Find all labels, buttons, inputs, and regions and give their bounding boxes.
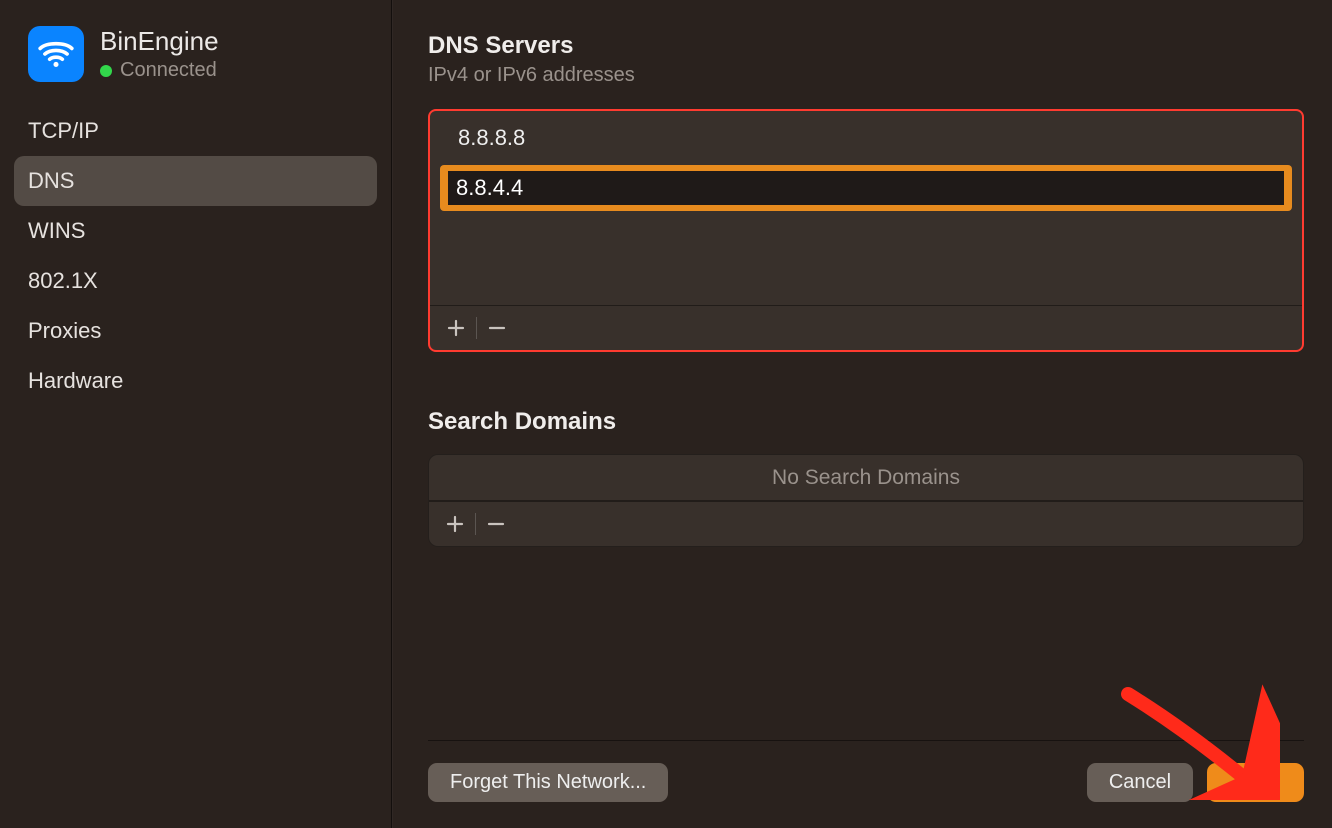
status-text: Connected — [120, 59, 217, 82]
cancel-button[interactable]: Cancel — [1087, 763, 1193, 802]
search-domains-panel: No Search Domains — [428, 454, 1304, 547]
main-pane: DNS Servers IPv4 or IPv6 addresses 8.8.8… — [392, 0, 1332, 828]
sidebar-item-dns[interactable]: DNS — [14, 156, 377, 206]
dns-servers-list[interactable]: 8.8.8.8 — [430, 111, 1302, 305]
sidebar-item-proxies[interactable]: Proxies — [14, 306, 377, 356]
sidebar-item-wins[interactable]: WINS — [14, 206, 377, 256]
dns-server-row[interactable]: 8.8.8.8 — [436, 117, 1296, 159]
sidebar: BinEngine Connected TCP/IP DNS WINS 802.… — [0, 0, 392, 828]
forget-network-button[interactable]: Forget This Network... — [428, 763, 668, 802]
status-dot-icon — [100, 65, 112, 77]
dns-server-row-editing[interactable] — [440, 165, 1292, 211]
ok-button[interactable]: OK — [1207, 763, 1304, 802]
add-search-domain-button[interactable] — [435, 506, 475, 542]
dns-servers-panel: 8.8.8.8 — [428, 109, 1304, 352]
remove-dns-button[interactable] — [477, 310, 517, 346]
dns-server-input[interactable] — [448, 171, 1284, 205]
sidebar-item-tcpip[interactable]: TCP/IP — [14, 106, 377, 156]
search-domains-empty[interactable]: No Search Domains — [429, 455, 1303, 501]
dns-subtitle: IPv4 or IPv6 addresses — [428, 64, 1304, 87]
sidebar-list: TCP/IP DNS WINS 802.1X Proxies Hardware — [0, 100, 391, 406]
network-name: BinEngine — [100, 26, 219, 57]
add-dns-button[interactable] — [436, 310, 476, 346]
network-header: BinEngine Connected — [0, 18, 391, 100]
wifi-icon — [28, 26, 84, 82]
network-info: BinEngine Connected — [100, 26, 219, 82]
search-domains-footer — [429, 501, 1303, 546]
dialog-footer: Forget This Network... Cancel OK — [428, 740, 1304, 828]
dns-title: DNS Servers — [428, 32, 1304, 60]
dns-empty-area[interactable] — [436, 211, 1296, 299]
remove-search-domain-button[interactable] — [476, 506, 516, 542]
network-status: Connected — [100, 59, 219, 82]
sidebar-item-hardware[interactable]: Hardware — [14, 356, 377, 406]
search-domains-title: Search Domains — [428, 408, 1304, 436]
sidebar-item-8021x[interactable]: 802.1X — [14, 256, 377, 306]
dns-list-footer — [430, 305, 1302, 350]
